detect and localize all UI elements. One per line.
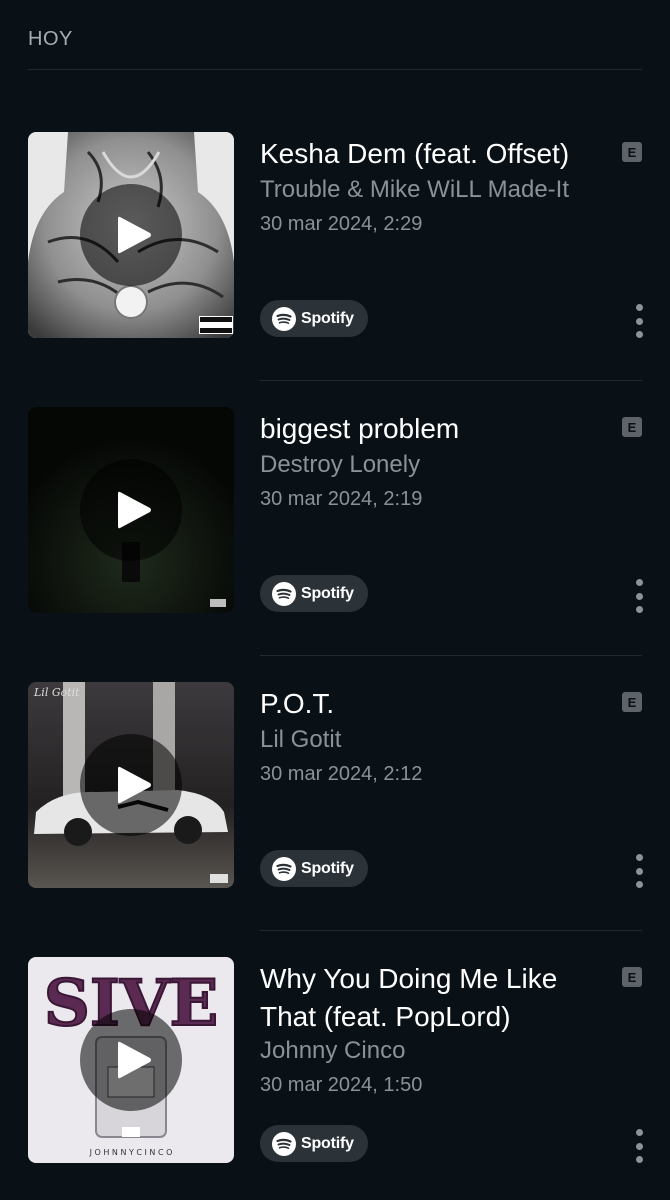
- track-item[interactable]: SIVE J O H N N Y C I N C O Why You Doing…: [0, 957, 670, 1164]
- svg-text:Lil Gotit: Lil Gotit: [33, 686, 80, 699]
- track-artist: Johnny Cinco: [260, 1037, 406, 1064]
- spotify-button[interactable]: Spotify: [260, 1125, 368, 1162]
- more-options-icon[interactable]: [629, 1129, 649, 1163]
- spotify-label: Spotify: [301, 584, 354, 602]
- album-art[interactable]: [28, 132, 234, 338]
- spotify-label: Spotify: [301, 309, 354, 327]
- spotify-icon: [272, 1131, 296, 1156]
- spotify-icon: [272, 856, 296, 881]
- explicit-badge: E: [622, 692, 642, 712]
- track-date: 30 mar 2024, 2:29: [260, 213, 423, 235]
- svg-text:J O H N N Y C I N C O: J O H N N Y C I N C O: [89, 1148, 173, 1157]
- spotify-button[interactable]: Spotify: [260, 575, 368, 612]
- track-title: P.O.T.: [260, 688, 335, 719]
- section-header-today: HOY: [28, 28, 73, 50]
- play-icon: [118, 1041, 151, 1079]
- play-button[interactable]: [80, 184, 182, 286]
- play-icon: [118, 766, 151, 804]
- track-artist: Destroy Lonely: [260, 451, 421, 478]
- more-options-icon[interactable]: [629, 304, 649, 338]
- spotify-label: Spotify: [301, 859, 354, 877]
- track-date: 30 mar 2024, 1:50: [260, 1074, 423, 1096]
- album-art[interactable]: Lil Gotit: [28, 682, 234, 888]
- track-artist: Trouble & Mike WiLL Made-It: [260, 176, 569, 203]
- more-options-icon[interactable]: [629, 854, 649, 888]
- track-title: Why You Doing Me Like That (feat. PopLor…: [260, 963, 558, 1032]
- spotify-button[interactable]: Spotify: [260, 300, 368, 337]
- album-art[interactable]: [28, 407, 234, 613]
- play-icon: [118, 216, 151, 254]
- row-divider: [260, 930, 642, 931]
- spotify-icon: [272, 581, 296, 606]
- play-button[interactable]: [80, 459, 182, 561]
- play-icon: [118, 491, 151, 529]
- more-options-icon[interactable]: [629, 579, 649, 613]
- row-divider: [260, 380, 642, 381]
- explicit-badge: E: [622, 967, 642, 987]
- header-divider: [28, 69, 642, 70]
- track-date: 30 mar 2024, 2:19: [260, 488, 423, 510]
- explicit-badge: E: [622, 417, 642, 437]
- spotify-icon: [272, 306, 296, 331]
- row-divider: [260, 655, 642, 656]
- track-date: 30 mar 2024, 2:12: [260, 763, 423, 785]
- play-button[interactable]: [80, 1009, 182, 1111]
- track-artist: Lil Gotit: [260, 726, 342, 753]
- album-art[interactable]: SIVE J O H N N Y C I N C O: [28, 957, 234, 1163]
- play-button[interactable]: [80, 734, 182, 836]
- track-item[interactable]: Kesha Dem (feat. Offset) E Trouble & Mik…: [0, 132, 670, 339]
- spotify-label: Spotify: [301, 1134, 354, 1152]
- track-item[interactable]: biggest problem E Destroy Lonely 30 mar …: [0, 407, 670, 614]
- spotify-button[interactable]: Spotify: [260, 850, 368, 887]
- track-title: biggest problem: [260, 413, 460, 444]
- explicit-badge: E: [622, 142, 642, 162]
- track-title: Kesha Dem (feat. Offset): [260, 138, 570, 169]
- track-item[interactable]: Lil Gotit P.O.T. E Lil Gotit 30 mar 2024…: [0, 682, 670, 889]
